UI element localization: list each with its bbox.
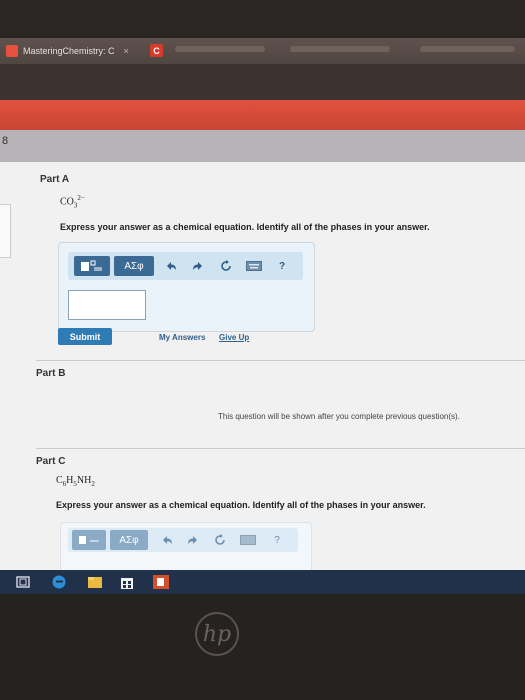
help-icon[interactable]: ? (271, 530, 283, 550)
page-number: 8 (2, 135, 9, 147)
greek-symbols-button[interactable]: ΑΣφ (110, 530, 148, 550)
redo-icon[interactable] (186, 530, 200, 550)
keyboard-icon[interactable] (245, 256, 263, 276)
mastering-favicon-icon (6, 45, 18, 57)
powerpoint-icon[interactable] (152, 573, 170, 591)
undo-icon[interactable] (160, 530, 174, 550)
blurred-tab[interactable] (175, 46, 265, 52)
template-icon[interactable] (72, 530, 106, 550)
site-header-banner (0, 100, 525, 130)
side-panel-tab[interactable] (0, 204, 11, 258)
browser-tab-active[interactable]: MasteringChemistry: C × (6, 41, 146, 61)
reset-icon[interactable] (218, 256, 234, 276)
part-b-locked-notice: This question will be shown after you co… (218, 412, 460, 421)
section-divider (36, 360, 525, 361)
give-up-link[interactable]: Give Up (219, 333, 249, 342)
second-tab-favicon-icon[interactable]: C (150, 44, 163, 57)
part-c-title: Part C (36, 456, 66, 467)
file-explorer-icon[interactable] (86, 573, 104, 591)
reset-icon[interactable] (213, 530, 227, 550)
my-answers-link[interactable]: My Answers (159, 333, 205, 342)
part-c-editor-toolbar: ΑΣφ ? (68, 528, 298, 552)
part-b-title: Part B (36, 368, 66, 379)
submit-button[interactable]: Submit (58, 328, 112, 345)
assignment-content: Part A CO32− Express your answer as a ch… (0, 162, 525, 572)
help-icon[interactable]: ? (275, 256, 289, 276)
browser-toolbar (0, 64, 525, 100)
section-divider (36, 448, 525, 449)
part-a-title: Part A (40, 174, 70, 185)
windows-taskbar (0, 570, 525, 594)
task-view-icon[interactable] (14, 573, 32, 591)
blurred-tab[interactable] (420, 46, 515, 52)
screen-bezel-top (0, 0, 525, 40)
greek-symbols-button[interactable]: ΑΣφ (114, 256, 154, 276)
keyboard-icon[interactable] (240, 530, 256, 550)
part-c-prompt: Express your answer as a chemical equati… (56, 500, 426, 510)
laptop-bezel-bottom (0, 594, 525, 700)
store-icon[interactable] (118, 573, 136, 591)
blurred-tab[interactable] (290, 46, 390, 52)
part-c-formula: C6H5NH2 (56, 475, 95, 488)
browser-tab-bar: MasteringChemistry: C × C (0, 38, 525, 64)
part-a-editor-toolbar: ΑΣφ ? (68, 252, 303, 280)
undo-icon[interactable] (163, 256, 179, 276)
redo-icon[interactable] (190, 256, 206, 276)
tab-close-icon[interactable]: × (124, 46, 129, 56)
part-a-answer-input[interactable] (68, 290, 146, 320)
part-a-formula: CO32− (60, 194, 85, 210)
part-a-prompt: Express your answer as a chemical equati… (60, 222, 430, 232)
site-subheader (0, 130, 525, 162)
tab-title: MasteringChemistry: C (23, 46, 115, 56)
template-icon[interactable] (74, 256, 110, 276)
hp-logo: hp (195, 612, 239, 656)
edge-browser-icon[interactable] (50, 573, 68, 591)
